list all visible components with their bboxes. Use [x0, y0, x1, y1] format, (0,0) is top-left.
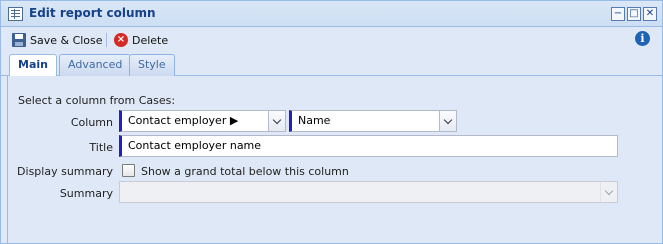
save-close-button[interactable]: Save & Close [12, 31, 103, 49]
info-icon[interactable]: i [635, 31, 650, 46]
column-select-secondary-value: Name [298, 114, 331, 127]
column-select-primary[interactable]: Contact employer ▶ [119, 110, 286, 132]
column-label: Column [70, 116, 113, 129]
report-table-icon [8, 7, 23, 21]
title-input-value: Contact employer name [128, 139, 262, 152]
column-select-secondary-trigger[interactable] [439, 111, 456, 131]
title-input[interactable]: Contact employer name [119, 135, 618, 157]
window-title: Edit report column [29, 6, 156, 20]
main-tab-panel: Select a column from Cases: Column Conta… [7, 76, 662, 243]
toolbar: Save & Close × Delete i [1, 28, 662, 52]
maximize-button[interactable]: □ [627, 7, 641, 21]
chevron-down-icon [604, 186, 614, 195]
column-select-secondary[interactable]: Name [289, 110, 457, 132]
close-button[interactable]: ✕ [643, 7, 657, 21]
tab-style[interactable]: Style [129, 54, 175, 76]
save-close-label: Save & Close [30, 33, 103, 47]
display-summary-label: Display summary [17, 165, 113, 178]
minimize-button[interactable]: − [611, 7, 625, 21]
title-label: Title [89, 141, 113, 154]
delete-button[interactable]: × Delete [114, 31, 168, 49]
toolbar-separator [106, 33, 107, 47]
display-summary-checkbox-label[interactable]: Show a grand total below this column [141, 165, 349, 178]
intro-text: Select a column from Cases: [18, 94, 176, 107]
tab-advanced[interactable]: Advanced [59, 54, 132, 76]
edit-report-column-window: Edit report column − □ ✕ Save & Close × … [0, 0, 663, 244]
chevron-down-icon [272, 115, 282, 124]
delete-label: Delete [132, 33, 169, 47]
column-select-primary-value: Contact employer ▶ [128, 114, 239, 127]
summary-select [119, 181, 618, 203]
save-icon [12, 33, 26, 47]
column-select-primary-trigger[interactable] [268, 111, 285, 131]
delete-icon: × [114, 33, 128, 47]
tab-strip: Main Advanced Style [1, 52, 662, 77]
chevron-down-icon [443, 115, 453, 124]
display-summary-checkbox[interactable] [122, 164, 135, 177]
summary-label: Summary [59, 187, 113, 200]
tab-main[interactable]: Main [9, 54, 57, 77]
summary-select-trigger [600, 182, 617, 202]
window-titlebar[interactable]: Edit report column − □ ✕ [1, 1, 662, 27]
